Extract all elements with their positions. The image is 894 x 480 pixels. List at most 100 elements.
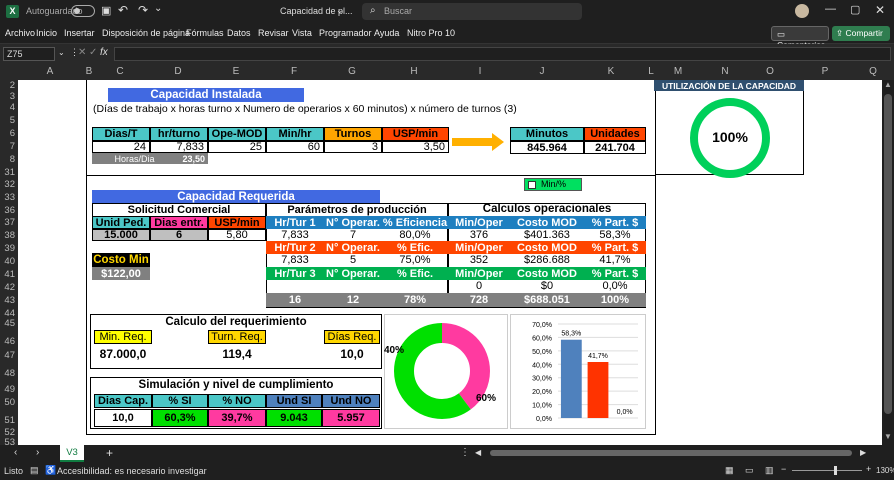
add-sheet-icon[interactable]: + xyxy=(106,446,113,460)
t3-v2[interactable] xyxy=(382,280,448,292)
row-header[interactable]: 4 xyxy=(10,102,15,113)
menu-inicio[interactable]: Inicio xyxy=(36,28,57,38)
page-break-icon[interactable]: ▥ xyxy=(765,465,774,476)
row-header[interactable]: 40 xyxy=(4,256,15,267)
search-box[interactable]: ⌕ Buscar xyxy=(362,3,582,20)
row-header[interactable]: 51 xyxy=(4,415,15,426)
column-header[interactable]: O xyxy=(760,66,780,77)
checkbox-box[interactable] xyxy=(528,181,536,189)
row-header[interactable]: 49 xyxy=(4,384,15,395)
accessibility-status[interactable]: Accesibilidad: es necesario investigar xyxy=(57,466,207,476)
name-box[interactable]: Z75 xyxy=(3,47,55,61)
column-header[interactable]: H xyxy=(404,66,424,77)
cancel-icon[interactable]: ✕ xyxy=(78,47,86,58)
column-header[interactable]: A xyxy=(40,66,60,77)
vertical-scrollbar[interactable]: ▲ ▼ xyxy=(882,80,894,445)
row-header[interactable]: 48 xyxy=(4,368,15,379)
t2-v0[interactable]: 7,833 xyxy=(266,254,324,266)
val-dias-t[interactable]: 24 xyxy=(92,141,150,153)
row-header[interactable]: 3 xyxy=(10,91,15,102)
row-header[interactable]: 5 xyxy=(10,115,15,126)
row-header[interactable]: 42 xyxy=(4,282,15,293)
autosave-toggle[interactable] xyxy=(71,5,95,17)
val-usp-min-req[interactable]: 5,80 xyxy=(208,229,266,241)
row-header[interactable]: 41 xyxy=(4,269,15,280)
column-header[interactable]: D xyxy=(168,66,188,77)
sheet-tab-v3[interactable]: V3 xyxy=(60,445,84,462)
zoom-in-icon[interactable]: + xyxy=(866,464,871,474)
t2-v2[interactable]: 75,0% xyxy=(382,254,448,266)
menu-insertar[interactable]: Insertar xyxy=(64,28,95,38)
menu-vista[interactable]: Vista xyxy=(292,28,312,38)
zoom-thumb[interactable] xyxy=(834,466,837,475)
t1-v0[interactable]: 7,833 xyxy=(266,229,324,241)
column-header[interactable]: E xyxy=(226,66,246,77)
row-header[interactable]: 37 xyxy=(4,217,15,228)
title-dropdown-icon[interactable]: ⌄ xyxy=(336,5,344,16)
column-header[interactable]: C xyxy=(110,66,130,77)
val-unid-ped[interactable]: 15.000 xyxy=(92,229,150,241)
column-header[interactable]: F xyxy=(284,66,304,77)
row-header[interactable]: 39 xyxy=(4,243,15,254)
val-min-hr[interactable]: 60 xyxy=(266,141,324,153)
t2-v1[interactable]: 5 xyxy=(324,254,382,266)
row-header[interactable]: 36 xyxy=(4,205,15,216)
row-header[interactable]: 45 xyxy=(4,318,15,329)
row-header[interactable]: 33 xyxy=(4,192,15,203)
column-header[interactable]: G xyxy=(342,66,362,77)
t1-v2[interactable]: 80,0% xyxy=(382,229,448,241)
menu-ayuda[interactable]: Ayuda xyxy=(374,28,399,38)
menu-revisar[interactable]: Revisar xyxy=(258,28,289,38)
sim-v0[interactable]: 10,0 xyxy=(94,409,152,427)
val-hr-turno[interactable]: 7,833 xyxy=(150,141,208,153)
zoom-out-icon[interactable]: − xyxy=(781,464,786,474)
row-header[interactable]: 38 xyxy=(4,230,15,241)
name-box-dropdown-icon[interactable]: ⌄ xyxy=(58,48,65,57)
column-header[interactable]: K xyxy=(601,66,621,77)
hscroll-left-icon[interactable]: ◀ xyxy=(475,448,481,457)
min-percent-checkbox[interactable]: Min/% xyxy=(524,178,582,191)
row-header[interactable]: 50 xyxy=(4,397,15,408)
t1-v1[interactable]: 7 xyxy=(324,229,382,241)
zoom-slider[interactable] xyxy=(792,466,862,475)
t3-v1[interactable] xyxy=(324,280,382,292)
fx-icon[interactable]: fx xyxy=(100,47,108,58)
t3-v0[interactable] xyxy=(266,280,324,292)
column-header[interactable]: Q xyxy=(866,66,880,77)
column-header[interactable]: I xyxy=(470,66,490,77)
maximize-icon[interactable]: ▢ xyxy=(850,3,860,16)
undo-icon[interactable]: ↶ xyxy=(118,3,128,17)
scroll-up-icon[interactable]: ▲ xyxy=(884,80,892,89)
row-header[interactable]: 6 xyxy=(10,128,15,139)
column-header[interactable]: M xyxy=(668,66,688,77)
avatar[interactable] xyxy=(795,4,809,18)
enter-icon[interactable]: ✓ xyxy=(89,47,97,58)
column-header[interactable]: P xyxy=(815,66,835,77)
scroll-thumb[interactable] xyxy=(884,94,892,414)
scroll-down-icon[interactable]: ▼ xyxy=(884,432,892,441)
macro-icon[interactable]: ▤ xyxy=(30,465,39,476)
minimize-icon[interactable]: — xyxy=(825,3,836,15)
column-header[interactable]: B xyxy=(84,66,94,77)
row-header[interactable]: 31 xyxy=(4,167,15,178)
hscroll-right-icon[interactable]: ▶ xyxy=(860,448,866,457)
formula-input[interactable] xyxy=(114,47,891,61)
prev-sheet-icon[interactable]: ‹ xyxy=(14,447,17,458)
next-sheet-icon[interactable]: › xyxy=(36,447,39,458)
val-ope-mod[interactable]: 25 xyxy=(208,141,266,153)
comments-button[interactable]: ▭ Comentarios xyxy=(771,26,829,50)
row-header[interactable]: 47 xyxy=(4,350,15,361)
column-header[interactable]: L xyxy=(646,66,656,77)
zoom-level[interactable]: 130% xyxy=(876,466,894,475)
horizontal-scroll-thumb[interactable] xyxy=(490,450,852,456)
redo-icon[interactable]: ↷ xyxy=(138,3,148,17)
menu-nitro[interactable]: Nitro Pro 10 xyxy=(407,28,455,38)
column-header[interactable]: N xyxy=(715,66,735,77)
customize-icon[interactable]: ⌄ xyxy=(154,3,162,14)
menu-datos[interactable]: Datos xyxy=(227,28,251,38)
close-icon[interactable]: ✕ xyxy=(875,3,885,17)
menu-archivo[interactable]: Archivo xyxy=(5,28,35,38)
row-header[interactable]: 46 xyxy=(4,336,15,347)
val-turnos[interactable]: 3 xyxy=(324,141,382,153)
column-header[interactable]: J xyxy=(532,66,552,77)
